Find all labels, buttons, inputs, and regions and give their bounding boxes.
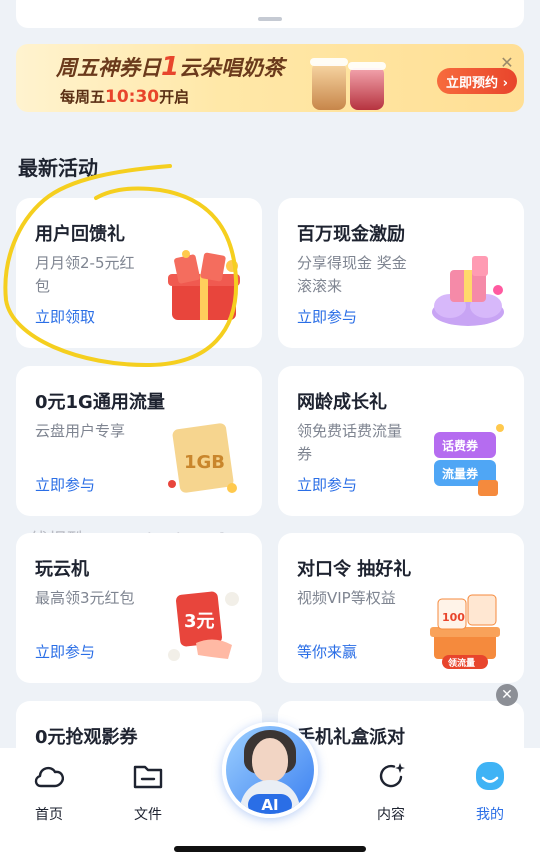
- 1gb-envelope-icon: 1GB: [168, 423, 237, 493]
- tab-label: 我的: [476, 807, 504, 823]
- card-title: 百万现金激励: [297, 224, 405, 245]
- close-icon[interactable]: ✕: [498, 54, 516, 72]
- prize-box-icon: 100 领流量: [430, 594, 500, 669]
- tab-label: 首页: [35, 807, 63, 823]
- claim-data-label: 领流量: [448, 657, 475, 669]
- ai-assistant-button[interactable]: AI: [222, 722, 318, 818]
- activity-card-cloud-phone[interactable]: 玩云机 最高领3元红包 立即参与 3元: [16, 533, 262, 683]
- card-title: 0元抢观影券: [35, 727, 138, 748]
- activity-card-password[interactable]: 对口令 抽好礼 视频VIP等权益 等你来赢 100 领流量: [278, 533, 524, 683]
- previous-card: [16, 0, 524, 28]
- promo-banner[interactable]: 周五神券日1云朵唱奶茶 每周五10:30开启 立即预约 › ✕: [16, 44, 524, 112]
- data-package-label: 1GB: [184, 452, 225, 473]
- tab-content[interactable]: 内容: [356, 758, 426, 824]
- card-title: 0元1G通用流量: [35, 392, 165, 413]
- home-indicator: [174, 846, 366, 852]
- cloud-icon: [34, 766, 64, 788]
- card-title: 网龄成长礼: [297, 392, 387, 413]
- card-desc: 最高领3元红包: [35, 589, 135, 607]
- activity-card-cash[interactable]: 百万现金激励 分享得现金 奖金滚滚来 立即参与: [278, 198, 524, 348]
- refresh-star-icon: [379, 763, 405, 788]
- section-title: 最新活动: [18, 156, 98, 180]
- activity-card-data[interactable]: 0元1G通用流量 云盘用户专享 立即参与 1GB: [16, 366, 262, 516]
- close-icon[interactable]: ✕: [496, 684, 518, 706]
- milk-tea-image: [306, 52, 390, 110]
- card-action-link[interactable]: 立即参与: [297, 306, 357, 327]
- card-action-link[interactable]: 立即参与: [35, 474, 95, 495]
- prize-amount: 100: [442, 611, 465, 624]
- tab-mine[interactable]: 我的: [455, 758, 525, 824]
- data-coupon-label: 流量券: [442, 466, 479, 481]
- card-action-link[interactable]: 立即参与: [35, 641, 95, 662]
- coupon-stack-icon: 话费券 流量券: [434, 424, 504, 496]
- red-packet-amount: 3元: [184, 611, 215, 632]
- card-title: 对口令 抽好礼: [297, 559, 412, 580]
- ai-label: AI: [248, 794, 292, 814]
- activity-card-loyalty[interactable]: 网龄成长礼 领免费话费流量券 立即参与 话费券 流量券: [278, 366, 524, 516]
- page-indicator: [258, 17, 282, 21]
- gift-cloud-icon: [432, 256, 504, 326]
- smile-icon: [476, 762, 504, 790]
- tab-home[interactable]: 首页: [14, 758, 84, 824]
- card-desc: 视频VIP等权益: [297, 589, 396, 607]
- tab-files[interactable]: 文件: [113, 758, 183, 824]
- banner-subtitle: 每周五10:30开启: [60, 87, 190, 107]
- tab-label: 文件: [134, 807, 162, 823]
- card-action-link[interactable]: 立即参与: [297, 474, 357, 495]
- banner-title: 周五神券日1云朵唱奶茶: [56, 52, 285, 82]
- card-title: 手机礼盒派对: [297, 727, 405, 748]
- card-desc: 云盘用户专享: [35, 422, 126, 440]
- card-desc: 月月领2-5元红包: [35, 254, 135, 295]
- phone-credit-coupon-label: 话费券: [442, 438, 479, 453]
- red-packet-gift-icon: [168, 250, 240, 320]
- card-action-link[interactable]: 等你来赢: [297, 641, 357, 662]
- activity-card-feedback[interactable]: 用户回馈礼 月月领2-5元红包 立即领取: [16, 198, 262, 348]
- red-packet-hand-icon: 3元: [168, 591, 239, 661]
- card-desc: 分享得现金 奖金滚滚来: [297, 254, 407, 295]
- card-action-link[interactable]: 立即领取: [35, 306, 95, 327]
- tab-label: 内容: [377, 807, 405, 823]
- card-title: 玩云机: [35, 559, 89, 580]
- card-desc: 领免费话费流量券: [297, 422, 403, 463]
- folder-icon: [133, 765, 163, 789]
- card-title: 用户回馈礼: [35, 224, 125, 245]
